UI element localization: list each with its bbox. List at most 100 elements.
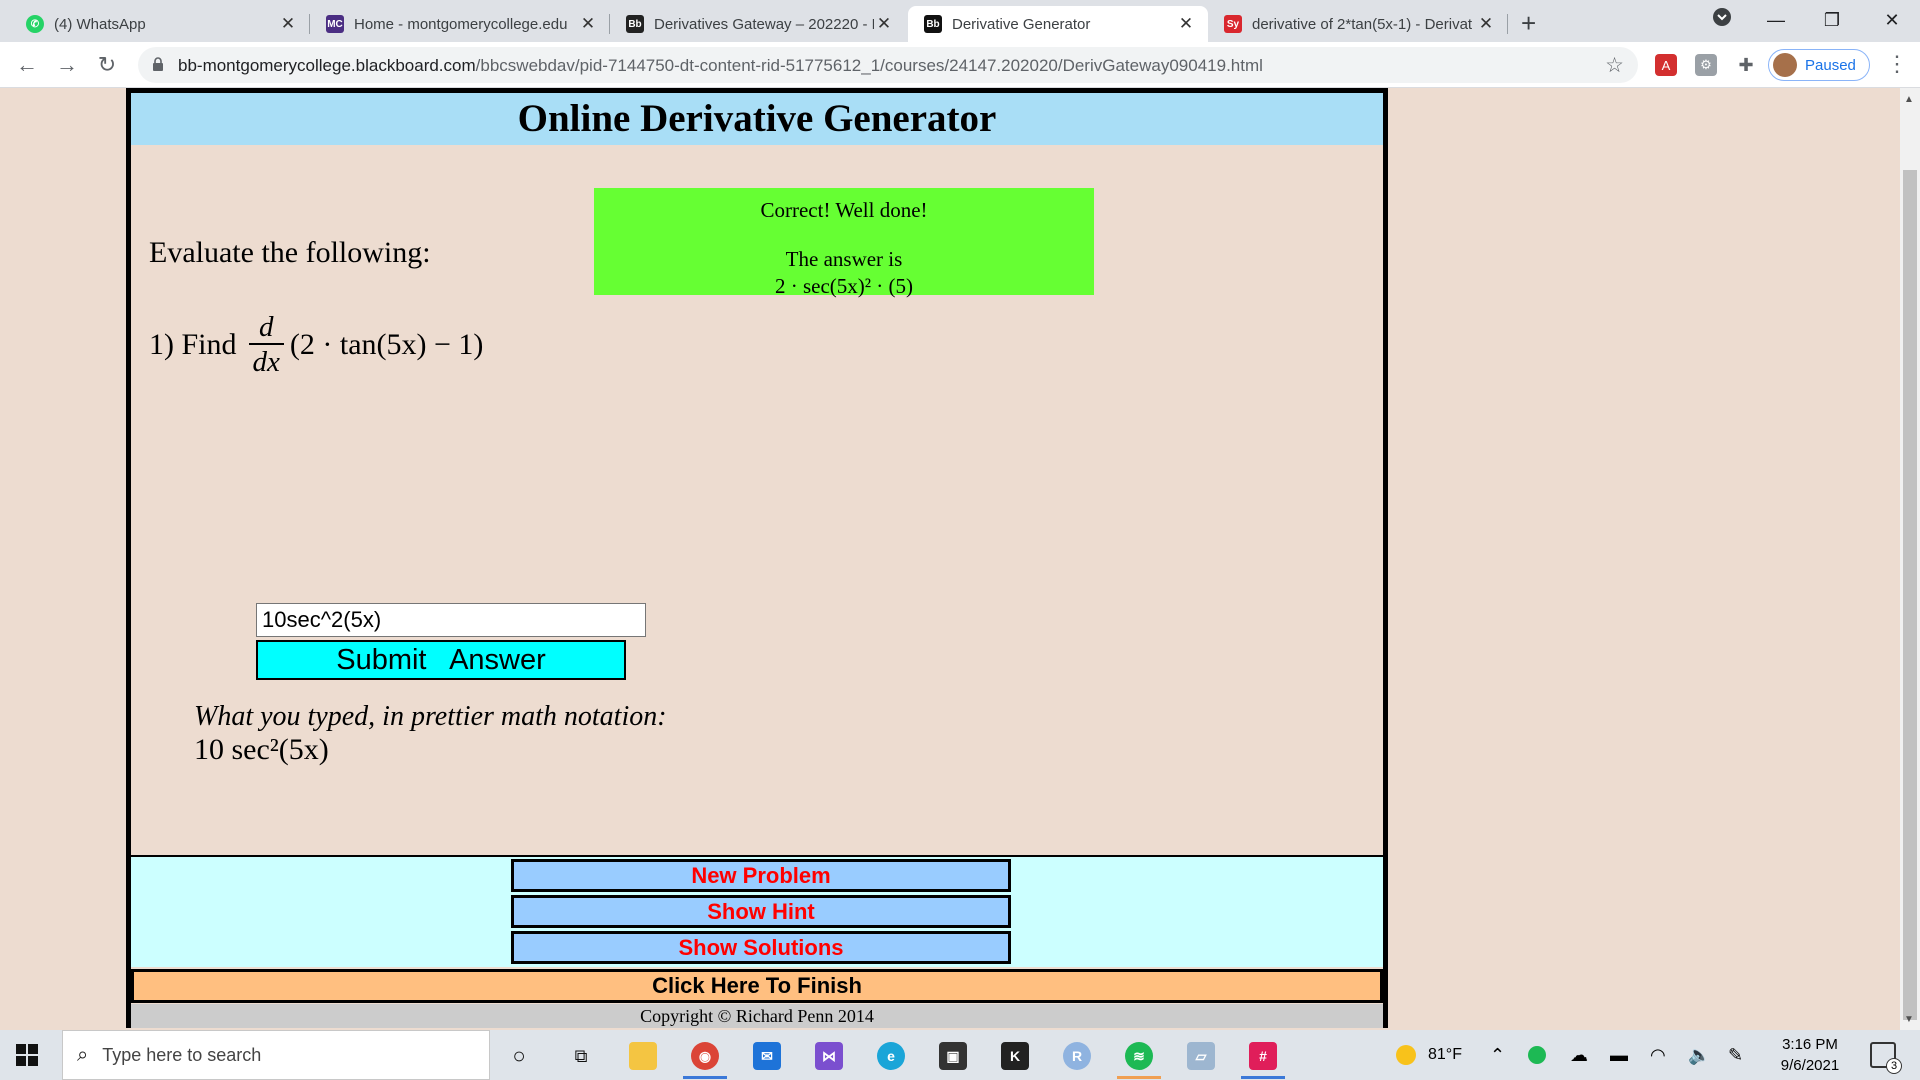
taskbar-search[interactable]: ⌕ Type here to search [62,1030,490,1080]
tray-overflow-icon[interactable]: ⌃ [1490,1030,1505,1080]
url-text: bb-montgomerycollege.blackboard.com/bbcs… [178,56,1263,76]
wifi-icon[interactable]: ◠ [1650,1030,1666,1080]
kindle-icon[interactable]: K [1001,1042,1029,1070]
feedback-status: Correct! Well done! [760,198,928,222]
edge-icon[interactable]: e [877,1042,905,1070]
battery-icon[interactable]: ▬ [1610,1030,1628,1080]
tab-title: (4) WhatsApp [54,15,146,33]
close-icon[interactable]: ✕ [278,14,298,34]
active-app-indicator [1117,1076,1161,1079]
tab-title: Derivatives Gateway – 202220 - M [654,15,874,33]
copyright-footer: Copyright © Richard Penn 2014 [131,1004,1383,1028]
tab-title: Derivative Generator [952,15,1091,33]
clock-time: 3:16 PM [1782,1036,1838,1053]
browser-tab-bar: ✆ (4) WhatsApp ✕ MC Home - montgomerycol… [0,0,1920,42]
mail-icon[interactable]: ✉ [753,1042,781,1070]
search-placeholder: Type here to search [102,1044,262,1065]
r-icon[interactable]: R [1063,1042,1091,1070]
acrobat-extension-icon[interactable]: A [1655,54,1677,76]
back-icon[interactable]: ← [12,50,42,80]
tab-montgomery-home[interactable]: MC Home - montgomerycollege.edu ✕ [310,6,610,42]
browser-menu-icon[interactable]: ⋮ [1886,51,1908,77]
derivative-operator: d dx [248,311,284,379]
submit-answer-button[interactable]: Submit Answer [256,640,626,680]
clock-date: 9/6/2021 [1780,1057,1840,1074]
notification-center-icon[interactable]: 3 [1870,1042,1902,1074]
blackboard-icon: Bb [626,15,644,33]
extension-icon[interactable]: ⚙ [1695,54,1717,76]
task-view-icon[interactable]: ⧉ [567,1042,595,1070]
tab-title: Home - montgomerycollege.edu [354,15,568,33]
minimize-icon[interactable]: — [1756,4,1796,36]
file-explorer-icon[interactable] [629,1042,657,1070]
scroll-up-arrow-icon[interactable]: ▲ [1904,94,1914,105]
cortana-icon[interactable]: ○ [505,1042,533,1070]
feedback-answer-math: 2 · sec(5x)² · (5) [774,274,914,298]
volume-icon[interactable]: 🔈 [1688,1030,1710,1080]
close-icon[interactable]: ✕ [874,14,894,34]
finish-button[interactable]: Click Here To Finish [131,969,1383,1003]
tab-whatsapp[interactable]: ✆ (4) WhatsApp ✕ [10,6,310,42]
weather-temp: 81°F [1428,1046,1462,1063]
blackboard-icon: Bb [924,15,942,33]
windows-start-icon[interactable] [16,1044,38,1066]
question: 1) Find d dx (2 · tan(5x) − 1) [149,305,483,385]
browser-toolbar: ← → ↻ bb-montgomerycollege.blackboard.co… [0,42,1920,88]
tab-search-icon[interactable] [1702,4,1742,36]
reload-icon[interactable]: ↻ [92,50,122,80]
tab-derivative-generator[interactable]: Bb Derivative Generator ✕ [908,6,1208,42]
avatar [1773,53,1797,77]
scrollbar-thumb[interactable] [1903,170,1917,1020]
question-expression: (2 · tan(5x) − 1) [289,328,484,361]
weather-widget[interactable]: 81°F [1396,1030,1462,1080]
question-number: 1) Find [149,328,237,361]
close-icon[interactable]: ✕ [578,14,598,34]
whatsapp-icon: ✆ [26,15,44,33]
sun-icon [1396,1045,1416,1065]
derivative-numerator: d [258,311,274,343]
windows-taskbar: ⌕ Type here to search ○ ⧉ ◉ ✉ ⋈ e ▣ K R … [0,1030,1920,1080]
slack-icon[interactable]: # [1249,1042,1277,1070]
profile-button[interactable]: Paused [1768,49,1870,81]
pretty-notation-label: What you typed, in prettier math notatio… [194,701,667,732]
feedback-answer-label: The answer is [785,247,903,271]
symbolab-icon: Sy [1224,15,1242,33]
scroll-down-arrow-icon[interactable]: ▼ [1904,1014,1914,1025]
url-host: bb-montgomerycollege.blackboard.com [178,56,476,75]
pretty-notation-math: 10 sec²(5x) [194,733,329,766]
system-clock[interactable]: 3:16 PM 9/6/2021 [1760,1034,1860,1076]
page-title: Online Derivative Generator [131,93,1383,145]
app-icon[interactable]: ▱ [1187,1042,1215,1070]
feedback-box: Correct! Well done! The answer is 2 · se… [594,188,1094,298]
visual-studio-icon[interactable]: ⋈ [815,1042,843,1070]
restore-icon[interactable]: ❐ [1812,4,1852,36]
new-problem-button[interactable]: New Problem [511,859,1011,892]
close-icon[interactable]: ✕ [1176,14,1196,34]
store-icon[interactable]: ▣ [939,1042,967,1070]
new-tab-icon[interactable]: + [1521,8,1536,39]
search-icon: ⌕ [77,1043,89,1066]
instructions: Evaluate the following: [149,236,431,269]
pen-icon[interactable]: ✎ [1728,1030,1743,1080]
tab-title: derivative of 2*tan(5x-1) - Derivat [1252,15,1473,33]
forward-icon[interactable]: → [52,50,82,80]
chrome-icon[interactable]: ◉ [691,1042,719,1070]
mc-icon: MC [326,15,344,33]
derivative-denominator: dx [252,346,280,378]
onedrive-icon[interactable]: ☁ [1570,1030,1588,1080]
bookmark-star-icon[interactable]: ☆ [1605,53,1624,78]
show-hint-button[interactable]: Show Hint [511,895,1011,928]
puzzle-extensions-icon[interactable]: ✚ [1735,54,1757,76]
tab-symbolab[interactable]: Sy derivative of 2*tan(5x-1) - Derivat ✕ [1208,6,1508,42]
tab-derivatives-gateway[interactable]: Bb Derivatives Gateway – 202220 - M ✕ [610,6,906,42]
answer-input[interactable] [256,603,646,637]
show-solutions-button[interactable]: Show Solutions [511,931,1011,964]
close-icon[interactable]: ✕ [1476,14,1496,34]
address-bar[interactable]: bb-montgomerycollege.blackboard.com/bbcs… [138,47,1638,83]
window-close-icon[interactable]: ✕ [1872,4,1912,36]
action-panel: New Problem Show Hint Show Solutions [131,855,1383,967]
spotify-tray-icon[interactable] [1528,1030,1546,1080]
spotify-icon[interactable]: ≋ [1125,1042,1153,1070]
url-path: /bbcswebdav/pid-7144750-dt-content-rid-5… [475,56,1263,75]
active-app-indicator [1241,1076,1285,1079]
